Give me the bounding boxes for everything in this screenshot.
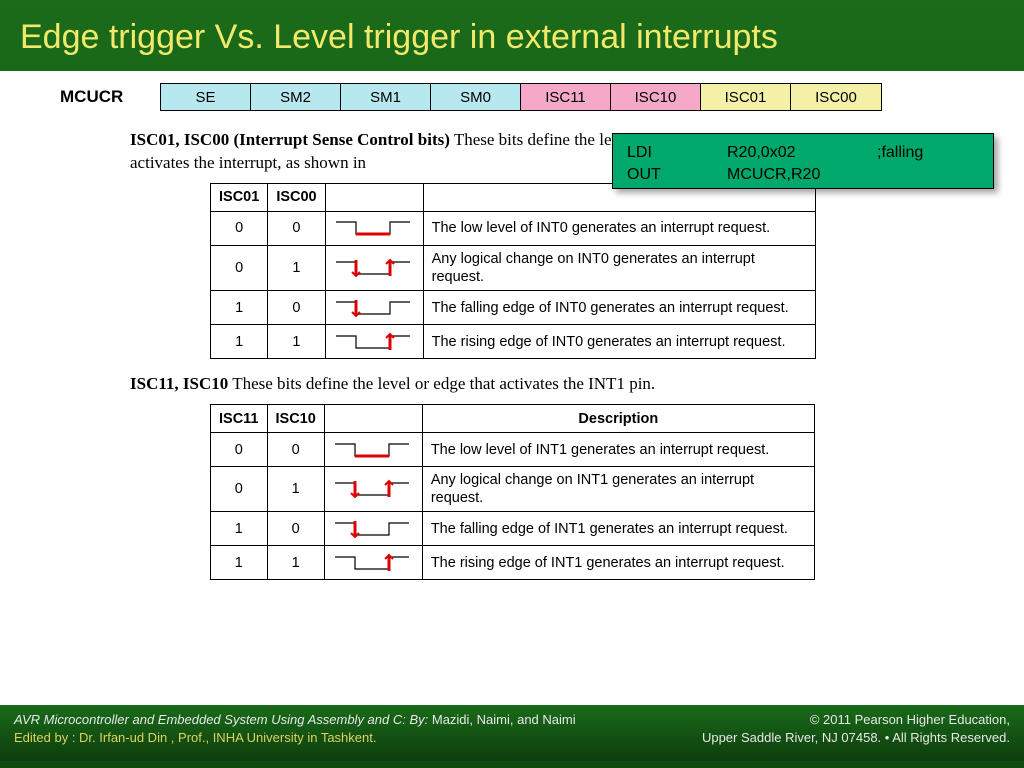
slide-content: MCUCR SE SM2 SM1 SM0 ISC11 ISC10 ISC01 I… [0, 71, 1024, 705]
wave-low-icon [324, 433, 422, 467]
table-int1: ISC11 ISC10 Description 0 0 The low leve… [210, 404, 815, 580]
t1r3-a: 1 [211, 325, 268, 359]
t2r3-a: 1 [211, 546, 268, 580]
code-line-1: LDI R20,0x02 ;falling [627, 142, 979, 164]
t2r0-desc: The low level of INT1 generates an inter… [422, 433, 814, 467]
slide-title: Edge trigger Vs. Level trigger in extern… [20, 18, 1004, 57]
bit-isc01: ISC01 [701, 84, 791, 110]
footer-address: Upper Saddle River, NJ 07458. • All Righ… [702, 729, 1010, 747]
wave-fall-icon [324, 512, 422, 546]
table-int0: ISC01 ISC00 0 0 The low level of INT0 ge… [210, 183, 816, 359]
t2r0-a: 0 [211, 433, 268, 467]
t1r3-b: 1 [268, 325, 325, 359]
t1r2-desc: The falling edge of INT0 generates an in… [423, 291, 815, 325]
t2r3-b: 1 [267, 546, 324, 580]
table-row: 1 1 The rising edge of INT1 generates an… [211, 546, 815, 580]
title-bar: Edge trigger Vs. Level trigger in extern… [0, 0, 1024, 71]
t1-h2 [325, 183, 423, 211]
t1r1-a: 0 [211, 245, 268, 290]
code-box: LDI R20,0x02 ;falling OUT MCUCR,R20 [612, 133, 994, 189]
t1r0-b: 0 [268, 211, 325, 245]
table-row: 0 0 The low level of INT1 generates an i… [211, 433, 815, 467]
bit-isc11: ISC11 [521, 84, 611, 110]
bit-sm1: SM1 [341, 84, 431, 110]
t2r2-a: 1 [211, 512, 268, 546]
code-line-2: OUT MCUCR,R20 [627, 164, 979, 186]
footer-editor: Edited by : Dr. Irfan-ud Din , Prof., IN… [14, 729, 576, 747]
bit-se: SE [161, 84, 251, 110]
t2r1-desc: Any logical change on INT1 generates an … [422, 467, 814, 512]
t2-h3: Description [422, 405, 814, 433]
wave-fall-icon [325, 291, 423, 325]
wave-both-icon [325, 245, 423, 290]
code2-op: OUT [627, 164, 727, 186]
wave-rise-icon [324, 546, 422, 580]
t1r1-b: 1 [268, 245, 325, 290]
para2-text: These bits define the level or edge that… [228, 374, 655, 393]
t2r2-desc: The falling edge of INT1 generates an in… [422, 512, 814, 546]
footer-right: © 2011 Pearson Higher Education, Upper S… [702, 711, 1010, 746]
code1-comment: ;falling [877, 142, 923, 164]
bit-sm2: SM2 [251, 84, 341, 110]
bit-isc00: ISC00 [791, 84, 881, 110]
t1-h1: ISC00 [268, 183, 325, 211]
register-label: MCUCR [60, 87, 132, 107]
table-row: 1 1 The rising edge of INT0 generates an… [211, 325, 816, 359]
table-row: 0 0 The low level of INT0 generates an i… [211, 211, 816, 245]
t2-h2 [324, 405, 422, 433]
t2r1-b: 1 [267, 467, 324, 512]
code1-op: LDI [627, 142, 727, 164]
code1-args: R20,0x02 [727, 142, 877, 164]
footer-authors: Mazidi, Naimi, and Naimi [428, 712, 575, 727]
wave-low-icon [325, 211, 423, 245]
t2r0-b: 0 [267, 433, 324, 467]
t2r3-desc: The rising edge of INT1 generates an int… [422, 546, 814, 580]
footer-book: AVR Microcontroller and Embedded System … [14, 712, 428, 727]
t2-h1: ISC10 [267, 405, 324, 433]
table-row: 0 1 Any logical change on INT1 generates… [211, 467, 815, 512]
footer: AVR Microcontroller and Embedded System … [0, 705, 1024, 761]
footer-copyright: © 2011 Pearson Higher Education, [702, 711, 1010, 729]
t1r3-desc: The rising edge of INT0 generates an int… [423, 325, 815, 359]
register-bits: SE SM2 SM1 SM0 ISC11 ISC10 ISC01 ISC00 [160, 83, 882, 111]
t1r0-desc: The low level of INT0 generates an inter… [423, 211, 815, 245]
bit-isc10: ISC10 [611, 84, 701, 110]
table-row: 0 1 Any logical change on INT0 generates… [211, 245, 816, 290]
footer-left: AVR Microcontroller and Embedded System … [14, 711, 576, 746]
wave-both-icon [324, 467, 422, 512]
t1r2-b: 0 [268, 291, 325, 325]
t1r0-a: 0 [211, 211, 268, 245]
t1r2-a: 1 [211, 291, 268, 325]
t1-h0: ISC01 [211, 183, 268, 211]
bit-sm0: SM0 [431, 84, 521, 110]
table-row: 1 0 The falling edge of INT0 generates a… [211, 291, 816, 325]
para1-heading: ISC01, ISC00 (Interrupt Sense Control bi… [130, 130, 450, 149]
para2-heading: ISC11, ISC10 [130, 374, 228, 393]
paragraph-isc11-10: ISC11, ISC10 These bits define the level… [130, 373, 910, 396]
t2-h0: ISC11 [211, 405, 268, 433]
t1r1-desc: Any logical change on INT0 generates an … [423, 245, 815, 290]
t2r2-b: 0 [267, 512, 324, 546]
register-row: MCUCR SE SM2 SM1 SM0 ISC11 ISC10 ISC01 I… [60, 83, 994, 111]
code2-args: MCUCR,R20 [727, 164, 877, 186]
t2r1-a: 0 [211, 467, 268, 512]
wave-rise-icon [325, 325, 423, 359]
table-row: 1 0 The falling edge of INT1 generates a… [211, 512, 815, 546]
